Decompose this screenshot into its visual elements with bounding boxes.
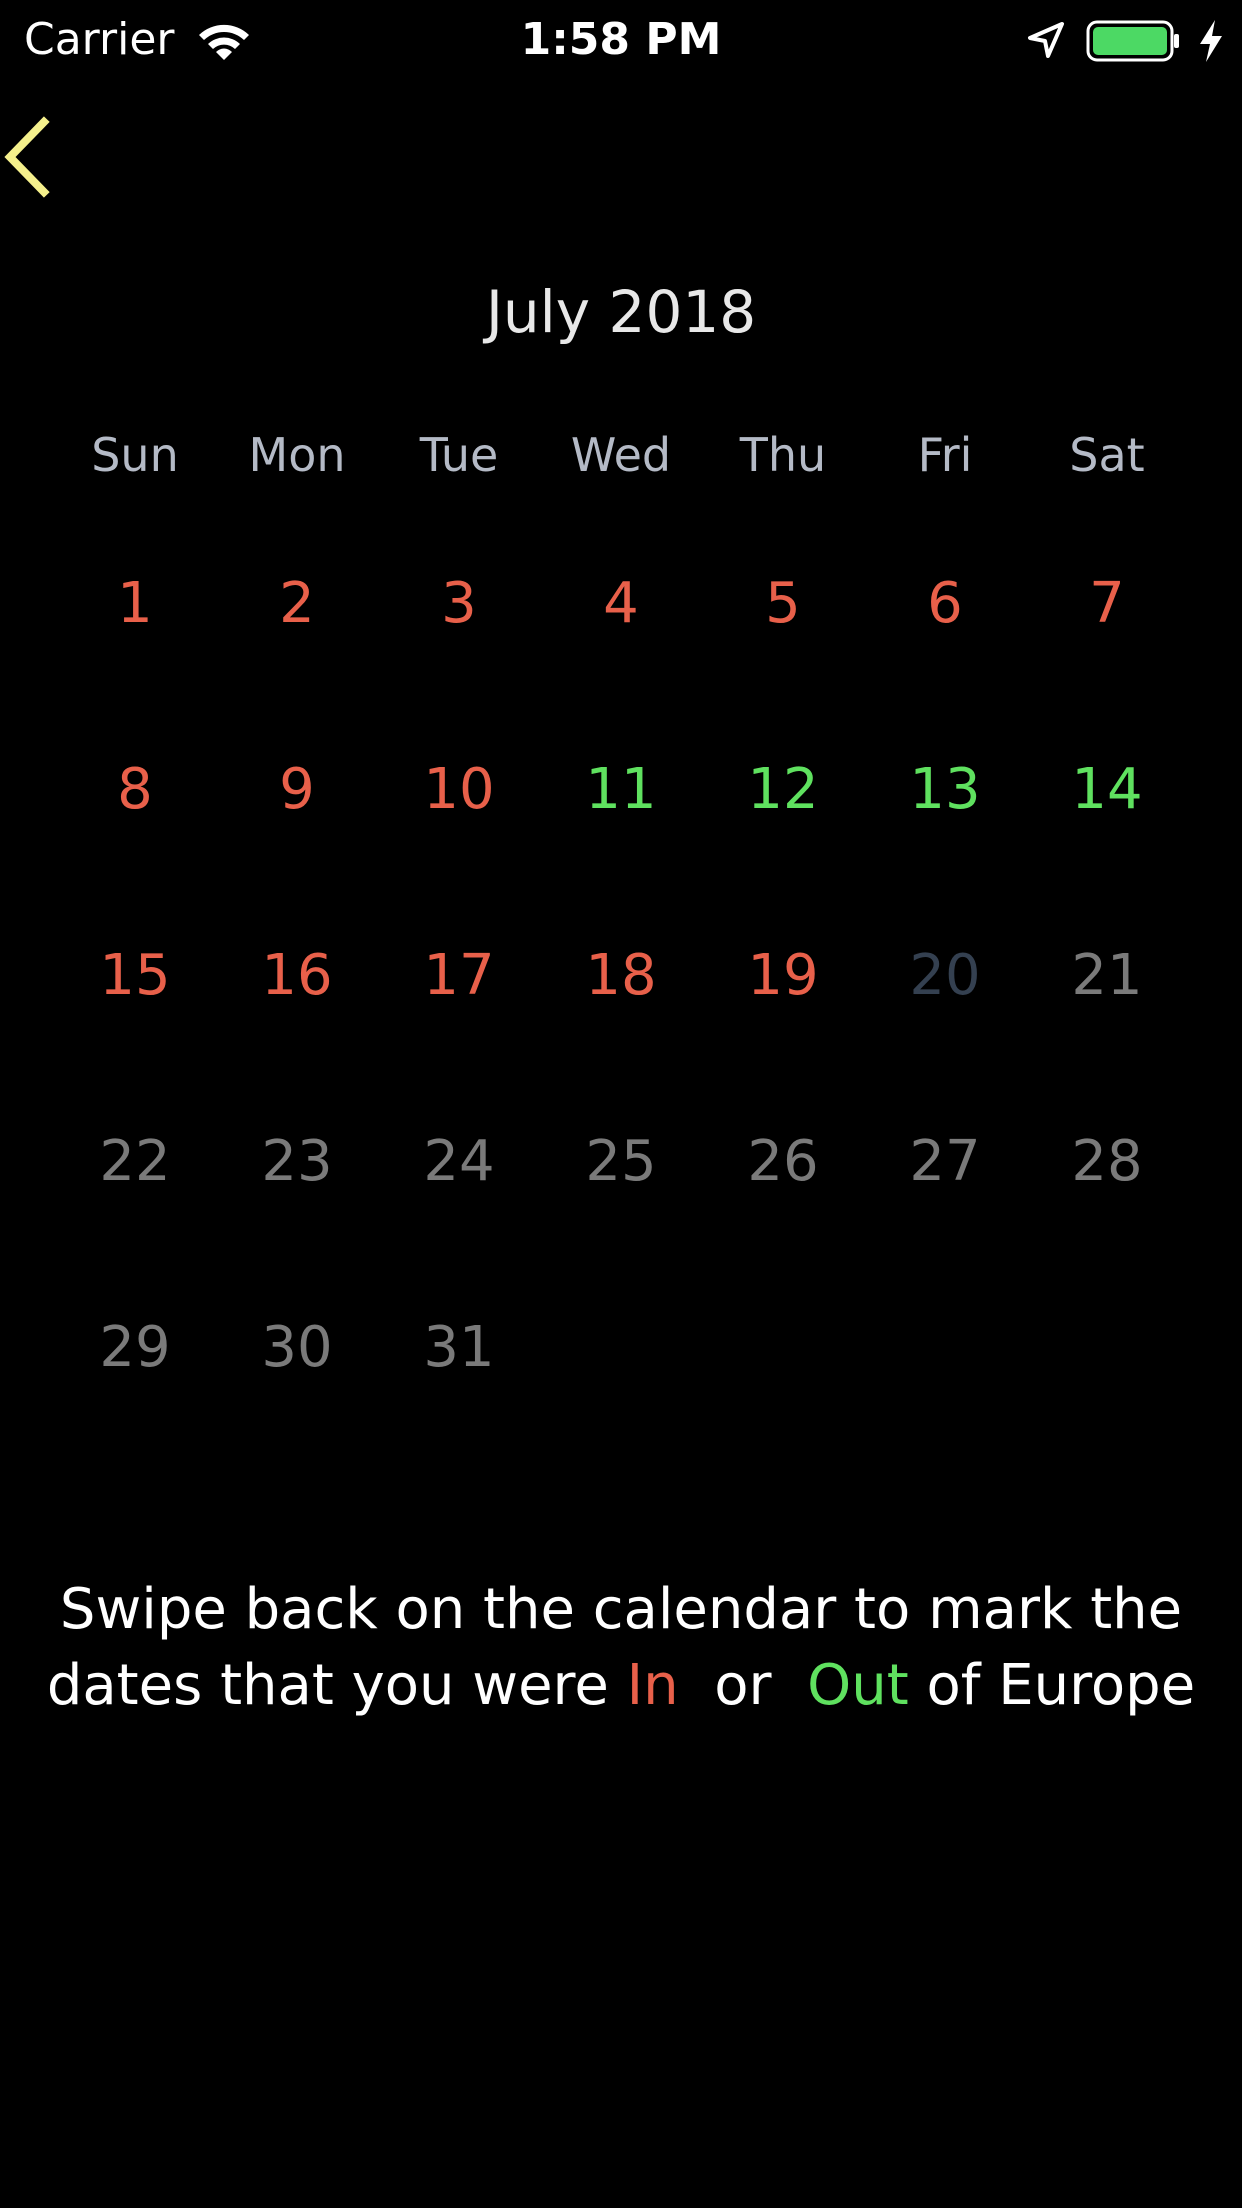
calendar-day-26[interactable]: 26 (702, 1122, 864, 1202)
calendar-day-23[interactable]: 23 (216, 1122, 378, 1202)
instructions-suffix: of Europe (926, 1653, 1196, 1718)
calendar-week-row: 29 30 31 (54, 1308, 1188, 1494)
calendar-day-6[interactable]: 6 (864, 564, 1026, 644)
calendar-day-21[interactable]: 21 (1026, 936, 1188, 1016)
chevron-left-icon (4, 116, 50, 198)
weekday-label: Wed (570, 428, 672, 482)
calendar-day-19[interactable]: 19 (702, 936, 864, 1016)
calendar-day-4[interactable]: 4 (540, 564, 702, 644)
calendar-day-25[interactable]: 25 (540, 1122, 702, 1202)
calendar-day-22[interactable]: 22 (54, 1122, 216, 1202)
or-word: or (714, 1653, 772, 1718)
instructions-prefix: dates that you were (46, 1653, 609, 1718)
status-bar: Carrier 1:58 PM (0, 0, 1242, 86)
weekday-label: Sat (1069, 428, 1145, 482)
calendar-day-30[interactable]: 30 (216, 1308, 378, 1388)
calendar-day-29[interactable]: 29 (54, 1308, 216, 1388)
weekday-header: Sun Mon Tue Wed Thu Fri Sat (54, 420, 1188, 490)
weekday-label: Tue (419, 428, 499, 482)
calendar-day-28[interactable]: 28 (1026, 1122, 1188, 1202)
calendar-week-row: 22 23 24 25 26 27 28 (54, 1122, 1188, 1308)
calendar-day-16[interactable]: 16 (216, 936, 378, 1016)
weekday-label: Sun (91, 428, 179, 482)
calendar-day-14[interactable]: 14 (1026, 750, 1188, 830)
calendar-week-row: 8 9 10 11 12 13 14 (54, 750, 1188, 936)
calendar-empty-cell (540, 1308, 702, 1388)
calendar-week-row: 1234567 (54, 564, 1188, 750)
calendar-day-7[interactable]: 7 (1026, 564, 1188, 644)
calendar-day-10[interactable]: 10 (378, 750, 540, 830)
calendar[interactable]: Sun Mon Tue Wed Thu Fri Sat 1 2 3 4 5 6 7 8 9 10 1… (54, 420, 1188, 1380)
calendar-day-15[interactable]: 15 (54, 936, 216, 1016)
weekday-label: Mon (248, 428, 346, 482)
out-legend-word: Out (807, 1653, 909, 1718)
calendar-day-27[interactable]: 27 (864, 1122, 1026, 1202)
calendar-empty-cell (864, 1308, 1026, 1388)
calendar-day-18[interactable]: 18 (540, 936, 702, 1016)
calendar-day-12[interactable]: 12 (702, 750, 864, 830)
calendar-day-3[interactable]: 3 (378, 564, 540, 644)
in-legend-word: In (626, 1653, 679, 1718)
calendar-day-13[interactable]: 13 (864, 750, 1026, 830)
calendar-day-20[interactable]: 20 (864, 936, 1026, 1016)
month-title: July 2018 (485, 278, 757, 346)
location-arrow-icon (1028, 22, 1064, 58)
calendar-day-17[interactable]: 17 (378, 936, 540, 1016)
calendar-day-9[interactable]: 9 (216, 750, 378, 830)
calendar-empty-cell (1026, 1308, 1188, 1388)
calendar-empty-cell (702, 1308, 864, 1388)
calendar-day-31[interactable]: 31 (378, 1308, 540, 1388)
calendar-day-5[interactable]: 5 (702, 564, 864, 644)
weekday-label: Fri (917, 428, 973, 482)
calendar-week-row: 15 16 17 18 19 20 21 (54, 936, 1188, 1122)
battery-icon (1086, 20, 1179, 62)
calendar-day-24[interactable]: 24 (378, 1122, 540, 1202)
calendar-weeks: 1 2 3 4 5 6 7 8 9 10 11 12 13 14 15 16 17 18 19 20 21 22 23 24 2… (54, 564, 1188, 1494)
back-button[interactable] (0, 112, 60, 202)
calendar-day-11[interactable]: 11 (540, 750, 702, 830)
instructions-line-2: dates that you were In or Out of Europe (0, 1648, 1242, 1724)
weekday-label: Thu (739, 428, 827, 482)
charging-bolt-icon (1200, 20, 1222, 62)
instructions-line-1: Swipe back on the calendar to mark the (59, 1577, 1183, 1642)
calendar-day-2[interactable]: 2 (216, 564, 378, 644)
calendar-day-8[interactable]: 8 (54, 750, 216, 830)
instructions-text: Swipe back on the calendar to mark the d… (0, 1572, 1242, 1724)
calendar-day-1[interactable]: 1 (54, 564, 216, 644)
